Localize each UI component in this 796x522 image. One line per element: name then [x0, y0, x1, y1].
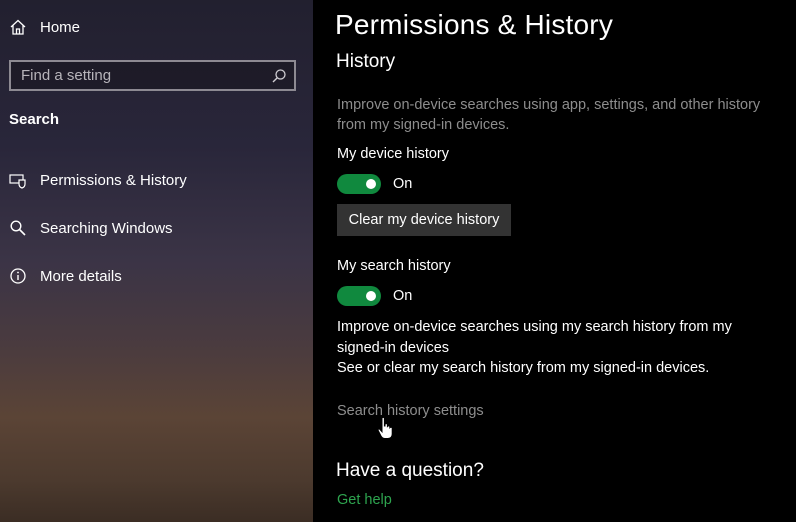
- question-heading: Have a question?: [336, 460, 484, 481]
- sidebar-item-searching-windows[interactable]: Searching Windows: [0, 213, 173, 243]
- sidebar-item-permissions-history[interactable]: Permissions & History: [0, 165, 187, 195]
- device-history-toggle-row: On: [337, 174, 412, 194]
- sidebar-item-label: Permissions & History: [40, 171, 187, 189]
- find-setting-input[interactable]: [11, 66, 263, 85]
- search-history-toggle[interactable]: [337, 286, 381, 306]
- find-setting-box[interactable]: [9, 60, 296, 91]
- device-history-toggle[interactable]: [337, 174, 381, 194]
- sidebar-item-label: Home: [40, 18, 81, 36]
- toggle-knob: [366, 179, 376, 189]
- sidebar: Home Search Permissions & History Search…: [0, 0, 313, 522]
- sidebar-section-title: Search: [9, 111, 60, 128]
- sidebar-item-label: More details: [40, 267, 122, 285]
- home-icon: [6, 15, 30, 39]
- device-history-toggle-state: On: [393, 176, 413, 192]
- history-heading: History: [336, 51, 396, 72]
- sidebar-item-label: Searching Windows: [40, 219, 173, 237]
- search-history-desc-line2: See or clear my search history from my s…: [337, 360, 710, 376]
- settings-window: Home Search Permissions & History Search…: [0, 0, 796, 522]
- search-history-toggle-state: On: [393, 288, 413, 304]
- sidebar-item-more-details[interactable]: More details: [0, 261, 122, 291]
- search-history-settings-link[interactable]: Search history settings: [337, 403, 484, 419]
- search-history-description: Improve on-device searches using my sear…: [337, 317, 777, 379]
- page-title: Permissions & History: [335, 9, 614, 40]
- info-icon: [6, 264, 30, 288]
- search-history-label: My search history: [337, 258, 451, 274]
- search-history-desc-line1: Improve on-device searches using my sear…: [337, 319, 732, 356]
- search-icon[interactable]: [269, 66, 289, 86]
- main-content: Permissions & History History Improve on…: [313, 0, 794, 522]
- search-history-toggle-row: On: [337, 286, 412, 306]
- get-help-link[interactable]: Get help: [337, 492, 392, 508]
- history-intro-text: Improve on-device searches using app, se…: [337, 97, 761, 133]
- sidebar-item-home[interactable]: Home: [0, 12, 80, 42]
- device-history-label: My device history: [337, 146, 450, 162]
- hand-pointer-cursor-icon: [377, 416, 393, 439]
- clear-device-history-button[interactable]: Clear my device history: [337, 204, 511, 236]
- permissions-icon: [6, 168, 30, 192]
- toggle-knob: [366, 291, 376, 301]
- search-icon: [6, 216, 30, 240]
